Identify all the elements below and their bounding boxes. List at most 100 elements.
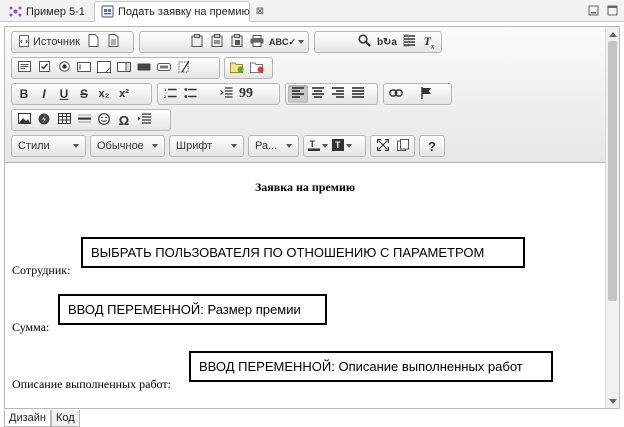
clipboard-word-icon: [231, 34, 243, 50]
amount-label: Сумма:: [12, 320, 50, 334]
align-right-button[interactable]: [328, 85, 348, 103]
form-controls-group: [11, 57, 220, 79]
table-button[interactable]: [54, 111, 74, 129]
vertical-scrollbar[interactable]: [605, 27, 619, 408]
find-group: b↻a Tx: [314, 31, 442, 53]
horizontal-rule-button[interactable]: [74, 111, 94, 129]
chevron-down-icon: [152, 144, 158, 148]
styles-dropdown[interactable]: Стили: [11, 135, 86, 157]
select-field-button[interactable]: [114, 59, 134, 77]
remove-format-button[interactable]: Tx: [419, 33, 439, 51]
svg-text:1: 1: [164, 87, 167, 92]
replace-button[interactable]: b↻a: [375, 33, 399, 51]
tab-submit-bonus-request[interactable]: Подать заявку на премию ⊠: [94, 1, 264, 22]
align-right-icon: [332, 87, 344, 101]
background-color-button[interactable]: T: [330, 137, 354, 155]
subscript-button[interactable]: x₂: [94, 85, 114, 103]
employee-field[interactable]: ВЫБРАТЬ ПОЛЬЗОВАТЕЛЯ ПО ОТНОШЕНИЮ С ПАРА…: [81, 237, 525, 268]
clipboard-text-icon: [211, 34, 223, 50]
help-group: ?: [419, 135, 445, 157]
clipboard-icon: [191, 34, 203, 50]
tab-label: Пример 5-1: [26, 5, 85, 18]
form-button[interactable]: [14, 59, 34, 77]
chevron-down-icon: [231, 144, 237, 148]
italic-button[interactable]: I: [34, 85, 54, 103]
align-center-button[interactable]: [308, 85, 328, 103]
special-char-button[interactable]: Ω: [114, 111, 134, 129]
hidden-field-button[interactable]: [174, 59, 194, 77]
document-content[interactable]: Заявка на премию Сотрудник: ВЫБРАТЬ ПОЛЬ…: [5, 164, 605, 408]
button-tool[interactable]: [134, 59, 154, 77]
anchor-button[interactable]: [416, 85, 436, 103]
text-color-button[interactable]: T: [306, 137, 330, 155]
tab-design[interactable]: Дизайн: [4, 410, 51, 427]
insert-button-b[interactable]: [247, 59, 267, 77]
scroll-up-arrow[interactable]: [606, 27, 619, 41]
smiley-button[interactable]: [94, 111, 114, 129]
maximize-icon[interactable]: [604, 3, 620, 17]
source-button[interactable]: Источник: [14, 33, 84, 51]
tab-example-5-1[interactable]: Пример 5-1: [2, 1, 92, 22]
superscript-button[interactable]: x²: [114, 85, 134, 103]
select-all-button[interactable]: [399, 33, 419, 51]
chevron-down-icon: [286, 144, 292, 148]
colors-group: T T: [303, 135, 366, 157]
format-dropdown[interactable]: Обычное: [90, 135, 165, 157]
underline-button[interactable]: U: [54, 85, 74, 103]
blockquote-button[interactable]: 99: [236, 85, 256, 103]
indent-button[interactable]: [216, 85, 236, 103]
new-page-icon: [88, 34, 99, 50]
textarea-button[interactable]: [94, 59, 114, 77]
numbered-list-button[interactable]: 12: [160, 85, 180, 103]
checkbox-button[interactable]: [34, 59, 54, 77]
radio-button-tool[interactable]: [54, 59, 74, 77]
text-field-button[interactable]: [74, 59, 94, 77]
paste-button[interactable]: [187, 33, 207, 51]
image-button[interactable]: [14, 111, 34, 129]
font-dropdown[interactable]: Шрифт: [169, 135, 244, 157]
new-page-button[interactable]: [84, 33, 104, 51]
font-size-dropdown[interactable]: Ра...: [248, 135, 299, 157]
scroll-down-arrow[interactable]: [606, 394, 619, 408]
amount-field[interactable]: ВВОД ПЕРЕМЕННОЙ: Размер премии: [58, 294, 327, 325]
show-blocks-button[interactable]: [393, 137, 413, 155]
tab-code[interactable]: Код: [50, 410, 80, 427]
flash-button[interactable]: [34, 111, 54, 129]
insert-button-a[interactable]: [227, 59, 247, 77]
align-justify-button[interactable]: [348, 85, 368, 103]
image-button-tool[interactable]: [154, 59, 174, 77]
paste-text-button[interactable]: [207, 33, 227, 51]
strikethrough-button[interactable]: S: [74, 85, 94, 103]
spellcheck-button[interactable]: ABC✓: [267, 33, 306, 51]
search-icon: [358, 34, 372, 50]
scrollbar-thumb[interactable]: [608, 41, 617, 301]
work-description-field[interactable]: ВВОД ПЕРЕМЕННОЙ: Описание выполненных ра…: [189, 351, 553, 382]
minimize-icon[interactable]: [585, 3, 601, 17]
bulleted-list-button[interactable]: [180, 85, 200, 103]
image-icon: [17, 113, 31, 127]
text-color-icon: T: [308, 139, 320, 154]
folder-remove-icon: [250, 61, 264, 76]
indent-icon: [219, 86, 233, 102]
bold-button[interactable]: B: [14, 85, 34, 103]
select-all-icon: [402, 34, 416, 50]
align-left-button[interactable]: [288, 85, 308, 103]
table-icon: [57, 113, 71, 127]
page-break-icon: [137, 113, 151, 127]
paste-word-button[interactable]: [227, 33, 247, 51]
templates-button[interactable]: [104, 33, 124, 51]
view-mode-tabs: Дизайн Код: [4, 410, 80, 427]
employee-label: Сотрудник:: [12, 263, 71, 277]
help-button[interactable]: ?: [422, 137, 442, 155]
page-break-button[interactable]: [134, 111, 154, 129]
maximize-icon: [376, 138, 390, 154]
find-button[interactable]: [355, 33, 375, 51]
close-icon[interactable]: ⊠: [256, 6, 264, 17]
view-group: [370, 135, 415, 157]
process-icon: [8, 5, 22, 19]
print-button[interactable]: [247, 33, 267, 51]
link-button[interactable]: [386, 85, 406, 103]
chevron-down-icon: [298, 40, 304, 44]
maximize-button[interactable]: [373, 137, 393, 155]
remove-format-icon: Tx: [423, 33, 435, 51]
